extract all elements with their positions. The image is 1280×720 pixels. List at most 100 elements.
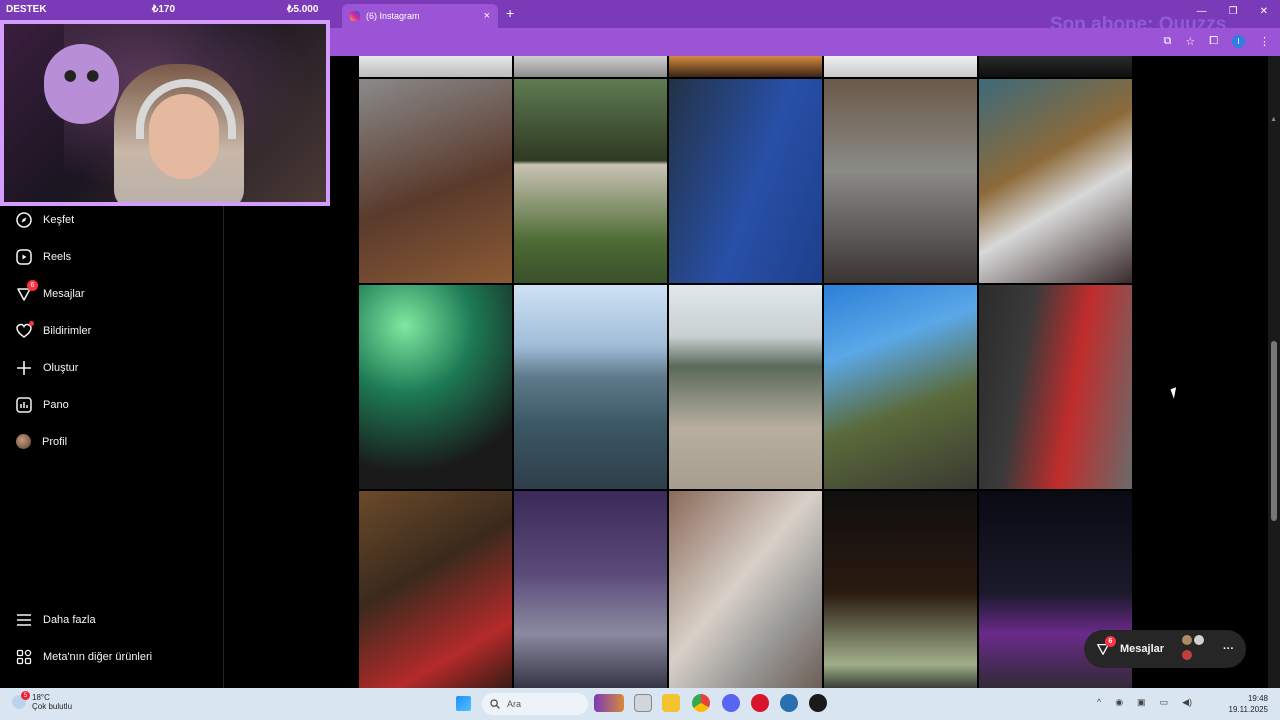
display-icon[interactable]: ▭: [1160, 697, 1169, 708]
discord-icon[interactable]: [722, 694, 740, 712]
scroll-up-arrow-icon[interactable]: ▲: [1270, 116, 1277, 123]
sidebar-item-more[interactable]: Daha fazla: [16, 612, 96, 628]
sidebar-item-create[interactable]: Oluştur: [16, 360, 78, 376]
taskbar-widget-app-icon[interactable]: [594, 694, 624, 712]
messenger-icon: 6: [1096, 636, 1116, 656]
contact-avatar: [1193, 634, 1206, 646]
post-thumbnail[interactable]: [514, 56, 667, 77]
weather-widget[interactable]: 5 18°C Çok bulutlu: [12, 691, 73, 711]
maximize-button[interactable]: ❐: [1229, 6, 1238, 17]
close-tab-icon[interactable]: ×: [484, 10, 490, 22]
install-app-icon[interactable]: ⧉: [1163, 35, 1171, 48]
volume-icon[interactable]: ◀): [1182, 697, 1192, 708]
network-status-icon[interactable]: ◉: [1115, 697, 1123, 708]
post-thumbnail[interactable]: [669, 491, 822, 695]
page-scrollbar[interactable]: ▲: [1268, 56, 1280, 688]
browser-toolbar: ⧉ ☆ ⧠ I ⋮: [330, 28, 1280, 56]
messages-floating-button[interactable]: 6 Mesajlar ···: [1084, 630, 1246, 668]
obs-icon[interactable]: [809, 694, 827, 712]
heart-icon: [16, 321, 34, 339]
search-icon: [490, 699, 500, 709]
tab-title: (6) Instagram: [366, 11, 420, 21]
taskbar-clock[interactable]: 19:48 19.11.2025: [1229, 693, 1268, 715]
sidebar-item-label: Keşfet: [43, 214, 75, 226]
compass-icon: [16, 212, 32, 228]
meta-apps-icon: [16, 649, 32, 665]
donation-amount-current: ₺170: [152, 3, 176, 15]
post-thumbnail[interactable]: [824, 56, 977, 77]
post-thumbnail[interactable]: [824, 285, 977, 489]
sidebar-item-label: Oluştur: [43, 362, 79, 374]
sidebar-item-label: Pano: [43, 399, 69, 411]
weather-badge: 5: [21, 691, 30, 700]
weather-description: Çok bulutlu: [32, 702, 73, 711]
file-explorer-icon[interactable]: [662, 694, 680, 712]
sidebar-item-notifications[interactable]: Bildirimler: [16, 321, 92, 339]
scrollbar-thumb[interactable]: [1271, 341, 1277, 521]
windows-taskbar: 5 18°C Çok bulutlu Ara ^ ◉ ▣ ▭ ◀) 19:48: [0, 688, 1280, 720]
post-thumbnail[interactable]: [669, 285, 822, 489]
post-thumbnail[interactable]: [824, 79, 977, 283]
webcam-overlay: [0, 20, 330, 206]
dashboard-icon: [16, 397, 32, 413]
post-thumbnail[interactable]: [669, 56, 822, 77]
network-app-icon[interactable]: [780, 694, 798, 712]
sidebar-item-messages[interactable]: 6 Mesajlar: [16, 280, 85, 302]
new-tab-button[interactable]: +: [506, 5, 514, 21]
reels-icon: [16, 249, 32, 265]
sidebar-item-label: Reels: [43, 251, 72, 263]
post-thumbnail[interactable]: [514, 79, 667, 283]
donation-amount-goal: ₺5.000: [287, 3, 319, 15]
taskbar-search[interactable]: Ara: [482, 693, 588, 715]
post-thumbnail[interactable]: [979, 56, 1132, 77]
close-window-button[interactable]: ✕: [1260, 6, 1268, 17]
messages-pill-badge: 6: [1105, 636, 1116, 647]
toolbar-icons: ⧉ ☆ ⧠ I ⋮: [1163, 35, 1270, 48]
recording-app-icon[interactable]: [751, 694, 769, 712]
post-thumbnail[interactable]: [359, 285, 512, 489]
messenger-icon: 6: [16, 280, 38, 302]
extensions-icon[interactable]: ⧠: [1209, 35, 1218, 48]
sidebar-item-explore[interactable]: Keşfet: [16, 212, 74, 228]
sidebar-item-meta-products[interactable]: Meta'nın diğer ürünleri: [16, 649, 152, 665]
post-thumbnail[interactable]: [359, 56, 512, 77]
profile-post-grid: [359, 56, 1134, 695]
contact-avatar: [1181, 649, 1194, 661]
post-thumbnail[interactable]: [669, 79, 822, 283]
post-thumbnail[interactable]: [824, 491, 977, 695]
sidebar-item-label: Profil: [42, 435, 68, 448]
post-thumbnail[interactable]: [979, 285, 1132, 489]
sidebar-item-dashboard[interactable]: Pano: [16, 397, 69, 413]
windows-start-icon[interactable]: [456, 696, 471, 711]
sidebar-item-label: Bildirimler: [43, 325, 92, 337]
post-thumbnail[interactable]: [979, 79, 1132, 283]
post-thumbnail[interactable]: [359, 79, 512, 283]
donation-bar: DESTEK ₺170 ₺5.000: [0, 0, 330, 18]
search-placeholder: Ara: [507, 699, 522, 709]
recent-contacts: [1181, 634, 1213, 664]
chrome-icon[interactable]: [692, 694, 710, 712]
instagram-sidebar: Keşfet Reels 6 Mesajlar Bildirimler Oluş…: [0, 206, 224, 688]
screen: (6) Instagram × + — ❐ ✕ Son abone: Quuzz…: [0, 0, 1280, 720]
messages-pill-label: Mesajlar: [1120, 643, 1165, 655]
sidebar-item-reels[interactable]: Reels: [16, 249, 71, 265]
messages-badge: 6: [27, 280, 38, 291]
tray-app-icon[interactable]: ▣: [1137, 697, 1146, 708]
post-thumbnail[interactable]: [514, 491, 667, 695]
clock-date: 19.11.2025: [1228, 705, 1268, 714]
contact-avatar: [1181, 634, 1194, 646]
post-thumbnail[interactable]: [359, 491, 512, 695]
task-view-icon[interactable]: [634, 694, 652, 712]
donation-label: DESTEK: [6, 3, 47, 15]
post-thumbnail[interactable]: [514, 285, 667, 489]
panda-plush: [44, 44, 119, 124]
bookmark-star-icon[interactable]: ☆: [1185, 35, 1195, 48]
instagram-tab[interactable]: (6) Instagram ×: [342, 4, 498, 28]
menu-kebab-icon[interactable]: ⋮: [1259, 35, 1270, 48]
profile-avatar: [16, 434, 31, 449]
browser-profile-icon[interactable]: I: [1232, 35, 1245, 48]
tray-chevron-icon[interactable]: ^: [1097, 697, 1101, 708]
mouse-cursor: [1170, 387, 1180, 399]
sidebar-item-profile[interactable]: Profil: [16, 434, 67, 449]
weather-temperature: 18°C: [32, 693, 50, 702]
